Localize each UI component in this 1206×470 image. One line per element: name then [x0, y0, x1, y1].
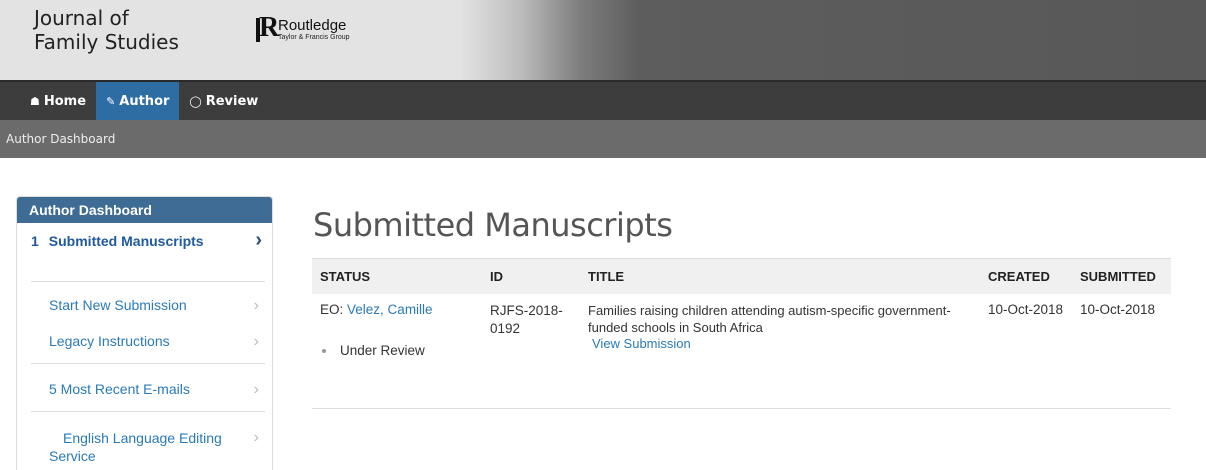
pencil-icon: ✎ [106, 94, 116, 108]
journal-title-line2: Family Studies [34, 30, 179, 54]
nav-author[interactable]: ✎ Author [96, 82, 180, 120]
sidebar-item-recent-emails[interactable]: 5 Most Recent E-mails › [31, 381, 265, 398]
created-cell: 10-Oct-2018 [980, 293, 1072, 409]
title-cell: Families raising children attending auti… [580, 293, 980, 409]
nav-author-label: Author [119, 93, 170, 109]
breadcrumb-label: Author Dashboard [6, 132, 116, 146]
sidebar-item-start-new-submission[interactable]: Start New Submission › [31, 297, 265, 314]
nav-home-label: Home [43, 93, 87, 109]
column-header-status: STATUS [312, 258, 482, 294]
chevron-right-icon: › [253, 381, 259, 398]
sidebar-item-legacy-instructions[interactable]: Legacy Instructions › [31, 333, 265, 350]
status-line: Under Review [322, 343, 482, 358]
submitted-cell: 10-Oct-2018 [1072, 293, 1171, 409]
bullet-icon [322, 348, 326, 353]
column-header-created: CREATED [980, 258, 1072, 294]
chevron-right-icon: › [253, 297, 259, 314]
status-cell: EO: Velez, Camille Under Review [312, 293, 482, 409]
journal-title-line1: Journal of [34, 6, 129, 30]
nav-review[interactable]: ◯ Review [179, 82, 268, 120]
column-header-id: ID [482, 258, 580, 294]
sidebar-item-english-editing[interactable]: English Language Editing Service › [31, 429, 265, 465]
sidebar-item-label: Submitted Manuscripts [48, 233, 204, 249]
page-title: Submitted Manuscripts [313, 206, 673, 244]
nav-review-label: Review [205, 93, 259, 109]
chevron-right-icon: › [255, 229, 262, 251]
divider [31, 363, 265, 364]
publisher-subtitle: Taylor & Francis Group [278, 34, 350, 41]
publisher-logo: R Routledge Taylor & Francis Group [256, 14, 350, 42]
editor-link[interactable]: Velez, Camille [347, 302, 433, 317]
submitted-date: 10-Oct-2018 [1080, 301, 1156, 317]
table-row: EO: Velez, Camille Under Review RJFS-201… [312, 293, 1171, 409]
routledge-logo-icon: R [256, 14, 279, 42]
table-header-row: STATUS ID TITLE CREATED SUBMITTED [312, 258, 1171, 294]
sidebar-item-count: 1 [31, 233, 39, 249]
divider [31, 411, 265, 412]
sidebar: Author Dashboard 1 Submitted Manuscripts … [16, 196, 273, 470]
home-icon: ☗ [30, 94, 40, 108]
eo-label: EO: [320, 301, 344, 317]
chevron-right-icon: › [253, 333, 259, 350]
manuscript-id: RJFS-2018-0192 [490, 302, 563, 336]
comment-icon: ◯ [189, 94, 202, 108]
sidebar-item-label: 5 Most Recent E-mails [49, 381, 190, 397]
column-header-title: TITLE [580, 258, 980, 294]
sidebar-item-label: Start New Submission [49, 297, 187, 313]
sidebar-item-label: Legacy Instructions [49, 333, 170, 349]
site-header: Journal of Family Studies R Routledge Ta… [0, 0, 1206, 80]
view-submission-link[interactable]: View Submission [592, 336, 980, 351]
sidebar-item-submitted-manuscripts[interactable]: 1 Submitted Manuscripts › [17, 223, 272, 257]
sidebar-title: Author Dashboard [17, 197, 272, 223]
journal-title[interactable]: Journal of Family Studies [34, 6, 179, 54]
main-nav: ☗ Home ✎ Author ◯ Review [0, 80, 1206, 120]
manuscripts-table: STATUS ID TITLE CREATED SUBMITTED EO: Ve… [312, 258, 1171, 409]
id-cell: RJFS-2018-0192 [482, 293, 580, 409]
manuscript-title: Families raising children attending auti… [588, 302, 951, 335]
created-date: 10-Oct-2018 [988, 301, 1064, 317]
nav-home[interactable]: ☗ Home [20, 82, 96, 120]
publisher-name: Routledge [278, 17, 347, 34]
column-header-submitted: SUBMITTED [1072, 258, 1171, 294]
sidebar-item-label: English Language Editing Service [49, 430, 222, 464]
divider [31, 281, 265, 282]
breadcrumb: Author Dashboard [0, 120, 1206, 158]
chevron-right-icon: › [253, 429, 259, 446]
status-text: Under Review [340, 342, 425, 358]
